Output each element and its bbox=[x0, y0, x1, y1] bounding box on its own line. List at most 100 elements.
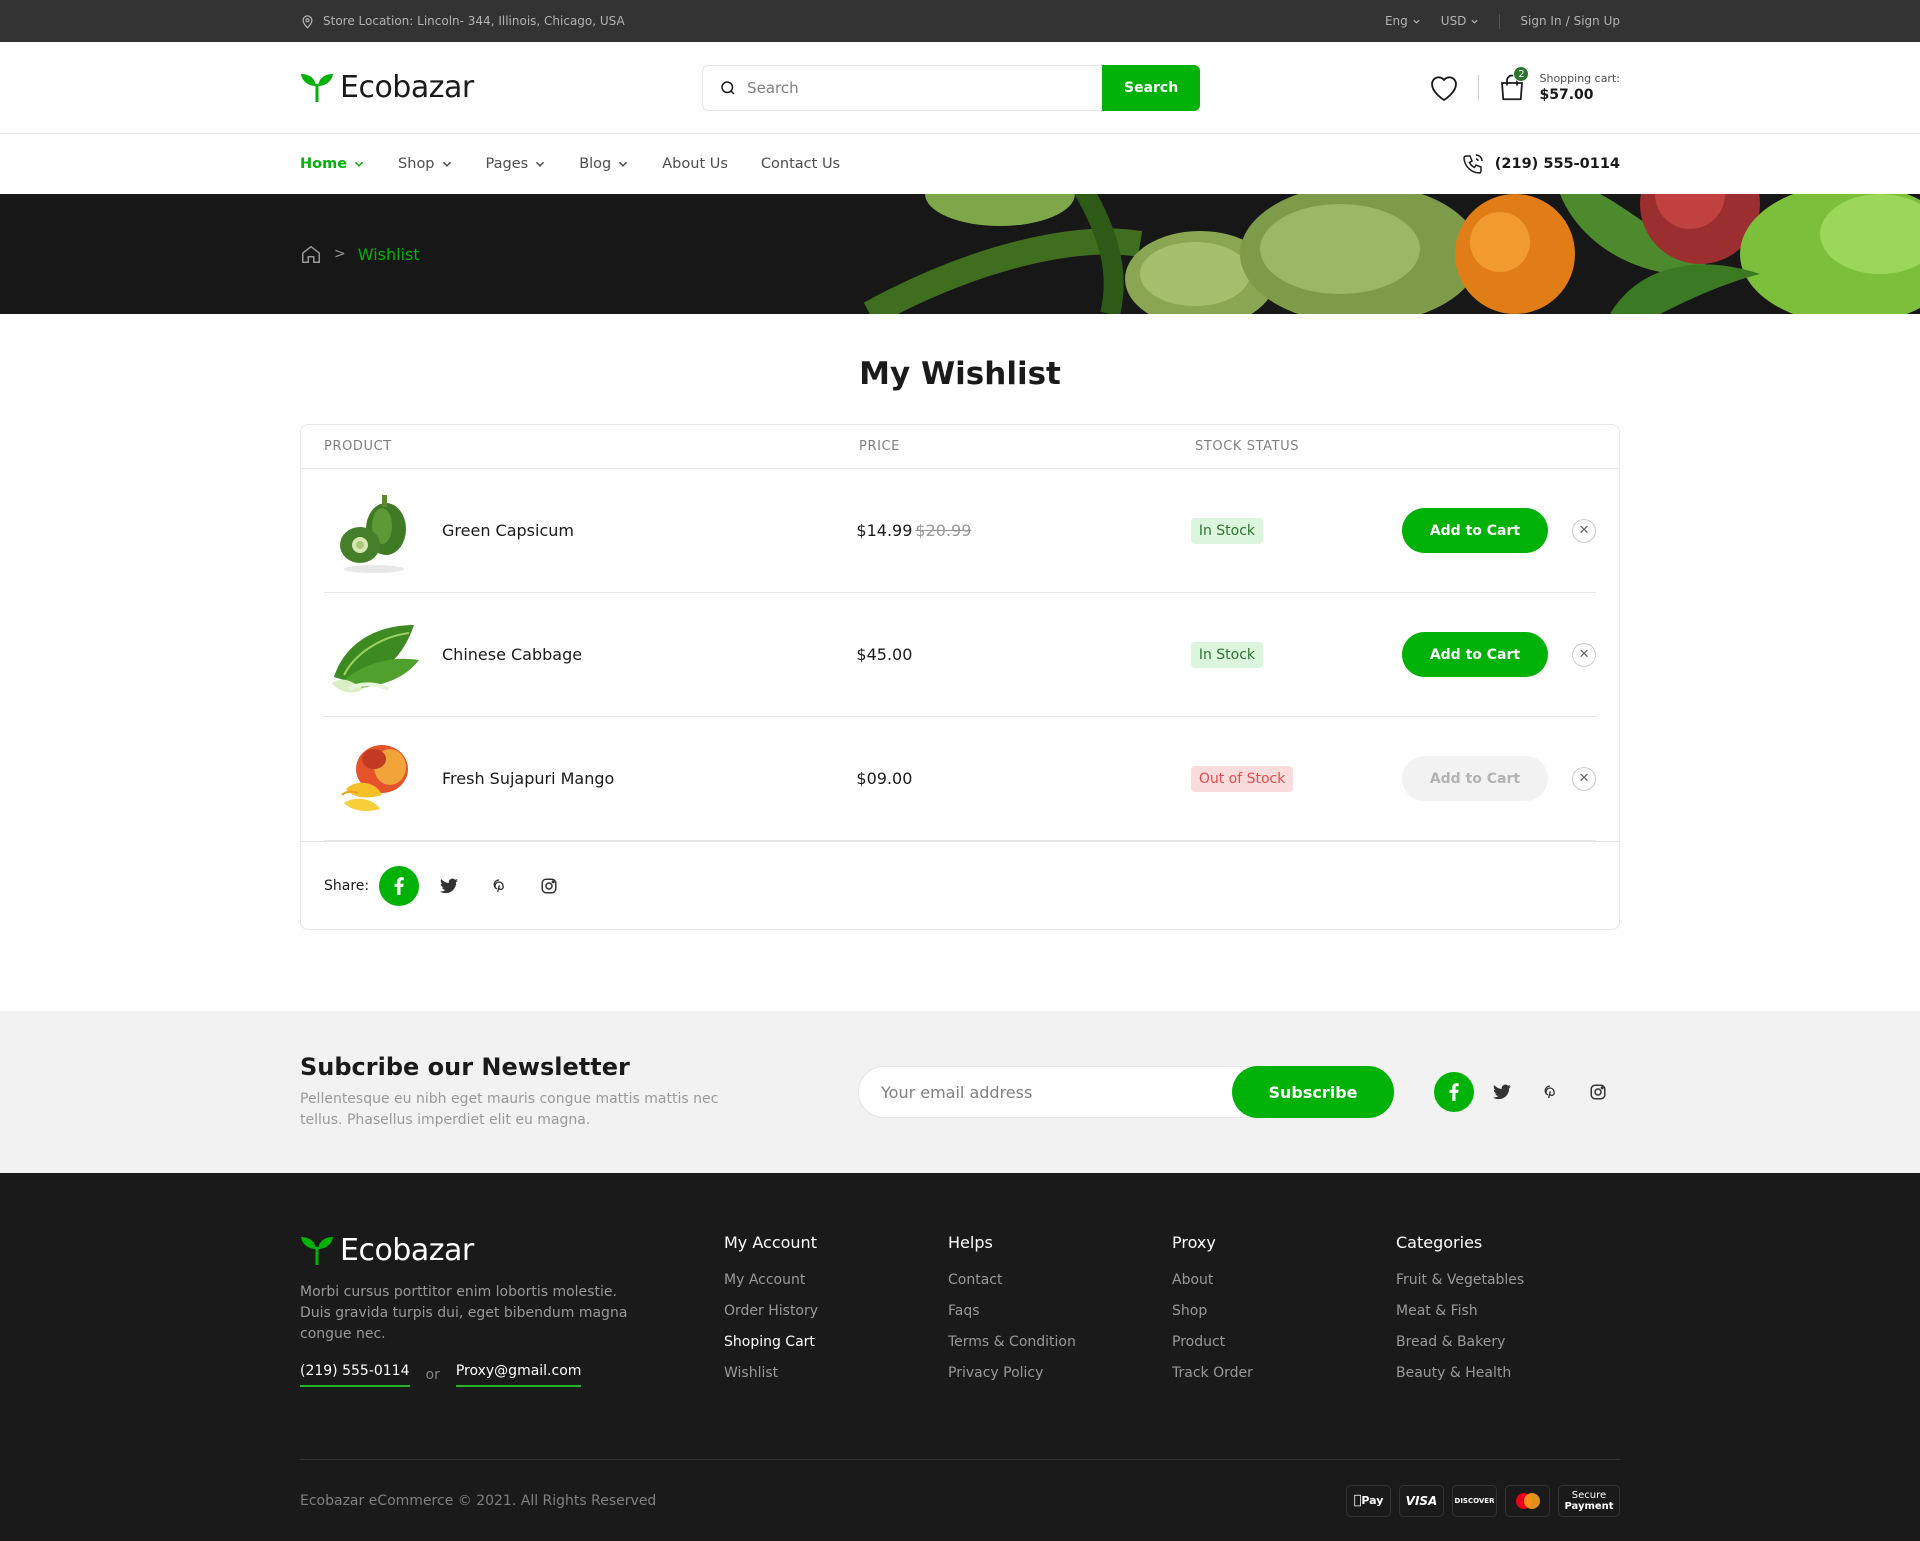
nav-item-shop[interactable]: Shop bbox=[398, 156, 452, 172]
footer-column-title: Helps bbox=[948, 1233, 993, 1252]
column-stock-status: STOCK STATUS bbox=[1195, 439, 1300, 454]
home-icon[interactable] bbox=[300, 243, 322, 265]
product-name[interactable]: Fresh Sujapuri Mango bbox=[442, 769, 614, 788]
footer-logo[interactable]: Ecobazar bbox=[300, 1233, 724, 1268]
store-location-text: Store Location: Lincoln- 344, Illinois, … bbox=[323, 14, 625, 28]
table-row: Fresh Sujapuri Mango $09.00 Out of Stock… bbox=[324, 717, 1596, 841]
nav-item-home[interactable]: Home bbox=[300, 156, 365, 172]
pinterest-icon[interactable] bbox=[479, 866, 519, 906]
language-select[interactable]: Eng bbox=[1385, 14, 1421, 28]
remove-item-button[interactable]: ✕ bbox=[1572, 766, 1596, 791]
nav-item-label: About Us bbox=[662, 156, 728, 172]
wishlist-table: PRODUCT PRICE STOCK STATUS Green Capsicu… bbox=[300, 424, 1620, 930]
column-product: PRODUCT bbox=[324, 439, 392, 454]
footer-link[interactable]: Shoping Cart bbox=[724, 1334, 948, 1350]
phone-number: (219) 555-0114 bbox=[1494, 156, 1620, 172]
green-capsicum-image bbox=[340, 494, 406, 573]
product-name[interactable]: Green Capsicum bbox=[442, 521, 574, 540]
instagram-icon[interactable] bbox=[1578, 1072, 1618, 1112]
current-price: $45.00 bbox=[856, 645, 913, 664]
secure-payment-badge: Secure Payment bbox=[1558, 1484, 1620, 1517]
footer-column-categories: Categories Fruit & Vegetables Meat & Fish B… bbox=[1396, 1233, 1620, 1459]
footer-link[interactable]: Product bbox=[1172, 1334, 1396, 1350]
facebook-icon[interactable] bbox=[379, 865, 420, 906]
search-icon bbox=[721, 80, 735, 95]
remove-item-button[interactable]: ✕ bbox=[1572, 642, 1596, 667]
footer-link[interactable]: Terms & Condition bbox=[948, 1334, 1172, 1350]
language-value: Eng bbox=[1384, 14, 1408, 28]
search-input[interactable]: Search bbox=[702, 64, 1103, 111]
logo[interactable]: Ecobazar bbox=[300, 70, 474, 105]
footer-link[interactable]: Contact bbox=[948, 1272, 1172, 1288]
footer-column-title: Proxy bbox=[1172, 1233, 1216, 1252]
footer-link[interactable]: Beauty & Health bbox=[1396, 1365, 1620, 1381]
footer-link[interactable]: Wishlist bbox=[724, 1365, 948, 1381]
facebook-icon[interactable] bbox=[1434, 1072, 1474, 1112]
footer-link[interactable]: Order History bbox=[724, 1303, 948, 1319]
sign-up-link[interactable]: Sign Up bbox=[1574, 14, 1620, 28]
chevron-down-icon bbox=[442, 161, 451, 167]
footer-link[interactable]: Shop bbox=[1172, 1303, 1396, 1319]
footer-link[interactable]: Bread & Bakery bbox=[1396, 1334, 1620, 1350]
add-to-cart-button[interactable]: Add to Cart bbox=[1401, 632, 1549, 677]
footer-link[interactable]: Track Order bbox=[1172, 1365, 1396, 1381]
sign-in-link[interactable]: Sign In bbox=[1520, 14, 1561, 28]
current-price: $14.99 bbox=[856, 521, 913, 540]
footer-column-title: My Account bbox=[724, 1233, 817, 1252]
current-price: $09.00 bbox=[856, 769, 913, 788]
product-price: $45.00 bbox=[856, 645, 1190, 664]
add-to-cart-button[interactable]: Add to Cart bbox=[1401, 508, 1549, 553]
stock-status-badge: Out of Stock bbox=[1190, 765, 1294, 792]
newsletter-title: Subcribe our Newsletter bbox=[300, 1053, 630, 1081]
brand-name: Ecobazar bbox=[340, 70, 474, 105]
footer-link[interactable]: Meat & Fish bbox=[1396, 1303, 1620, 1319]
table-header: PRODUCT PRICE STOCK STATUS bbox=[301, 425, 1619, 469]
share-label: Share: bbox=[324, 877, 370, 894]
subscribe-button[interactable]: Subscribe bbox=[1232, 1066, 1394, 1118]
footer-link[interactable]: Faqs bbox=[948, 1303, 1172, 1319]
remove-item-button[interactable]: ✕ bbox=[1572, 518, 1596, 543]
instagram-icon[interactable] bbox=[529, 866, 569, 906]
store-location: Store Location: Lincoln- 344, Illinois, … bbox=[300, 13, 625, 30]
footer-link[interactable]: Privacy Policy bbox=[948, 1365, 1172, 1381]
search-placeholder: Search bbox=[747, 78, 799, 97]
product-price: $14.99 $20.99 bbox=[856, 521, 1190, 540]
share-bar: Share: bbox=[301, 841, 1619, 929]
visa-icon: VISA bbox=[1399, 1484, 1444, 1517]
footer-link[interactable]: My Account bbox=[724, 1272, 948, 1288]
nav-item-pages[interactable]: Pages bbox=[486, 156, 547, 172]
shopping-cart[interactable]: 2 Shopping cart: $57.00 bbox=[1497, 66, 1620, 103]
chinese-cabbage-image bbox=[332, 624, 419, 692]
email-field[interactable]: Your email address bbox=[859, 1067, 1232, 1117]
breadcrumb-current: Wishlist bbox=[357, 244, 420, 264]
breadcrumb-separator: > bbox=[334, 246, 346, 262]
nav-item-blog[interactable]: Blog bbox=[579, 156, 629, 172]
heart-icon[interactable] bbox=[1428, 73, 1460, 103]
nav-item-contact-us[interactable]: Contact Us bbox=[761, 156, 840, 172]
nav-item-label: Blog bbox=[579, 156, 612, 172]
discover-icon: DISCOVER bbox=[1452, 1484, 1497, 1517]
footer-email[interactable]: Proxy@gmail.com bbox=[455, 1363, 582, 1387]
nav-item-about-us[interactable]: About Us bbox=[662, 156, 728, 172]
chevron-down-icon bbox=[619, 161, 628, 167]
footer-phone[interactable]: (219) 555-0114 bbox=[300, 1363, 410, 1387]
product-name[interactable]: Chinese Cabbage bbox=[442, 645, 582, 664]
nav-item-label: Pages bbox=[485, 156, 529, 172]
phone-contact[interactable]: (219) 555-0114 bbox=[1461, 152, 1620, 176]
old-price: $20.99 bbox=[915, 521, 972, 540]
twitter-icon[interactable] bbox=[429, 866, 469, 906]
footer-brand-name: Ecobazar bbox=[340, 1233, 474, 1268]
chevron-down-icon bbox=[536, 161, 545, 167]
add-to-cart-button-disabled[interactable]: Add to Cart bbox=[1401, 756, 1549, 801]
twitter-icon[interactable] bbox=[1482, 1072, 1522, 1112]
newsletter-text: Pellentesque eu nibh eget mauris congue … bbox=[300, 1091, 719, 1128]
pinterest-icon[interactable] bbox=[1530, 1072, 1570, 1112]
currency-select[interactable]: USD bbox=[1441, 14, 1480, 28]
leaf-logo-icon bbox=[301, 73, 333, 102]
search-button[interactable]: Search bbox=[1102, 64, 1201, 111]
footer-column-my-account: My Account My Account Order History Shoping… bbox=[724, 1233, 948, 1459]
footer-link[interactable]: Fruit & Vegetables bbox=[1396, 1272, 1620, 1288]
footer-about: Morbi cursus porttitor enim lobortis mol… bbox=[300, 1284, 628, 1342]
chevron-down-icon bbox=[1471, 19, 1479, 24]
footer-link[interactable]: About bbox=[1172, 1272, 1396, 1288]
